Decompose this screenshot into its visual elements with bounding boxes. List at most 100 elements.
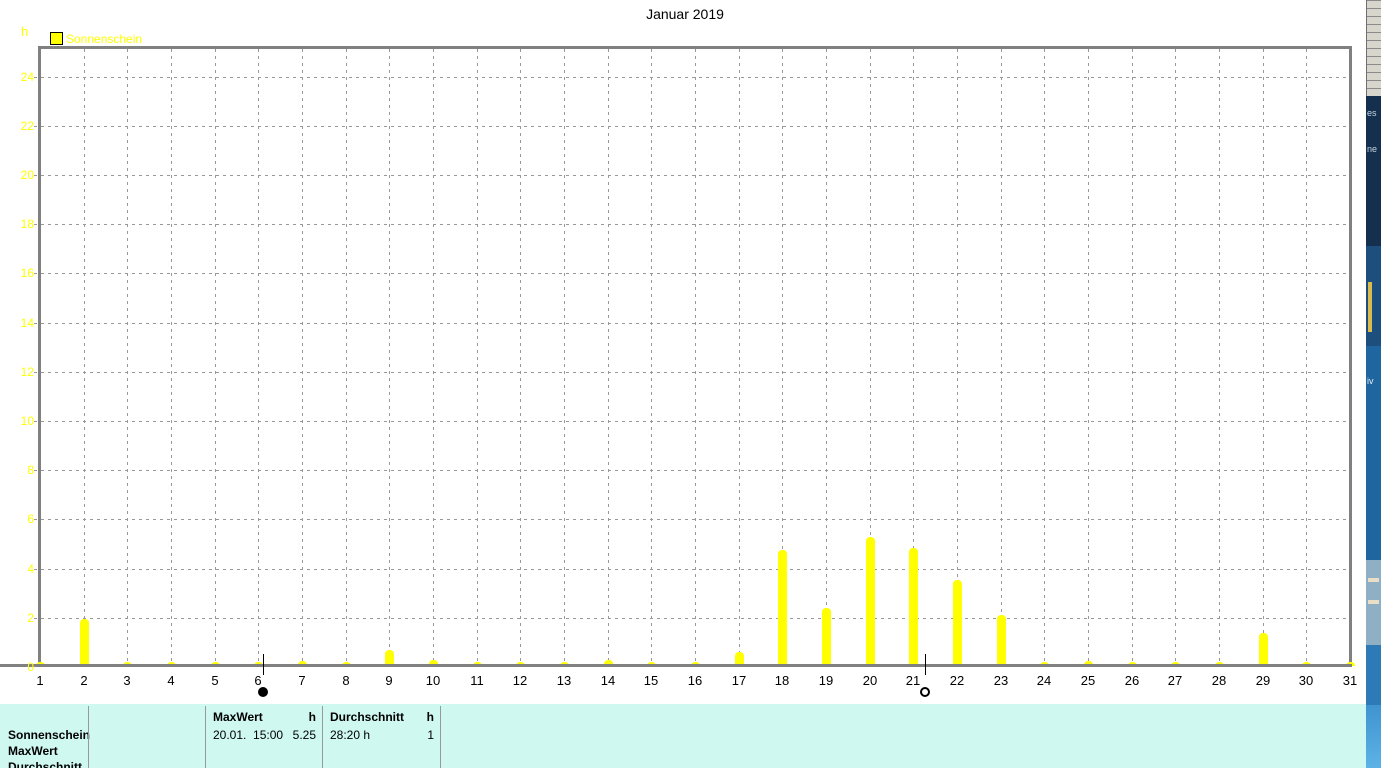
y-gridline bbox=[34, 618, 1349, 619]
x-tick-label: 19 bbox=[818, 673, 834, 688]
x-tick-label: 26 bbox=[1124, 673, 1140, 688]
x-gridline bbox=[389, 49, 390, 664]
y-tick-label: 24 bbox=[20, 70, 34, 84]
new-moon-icon bbox=[258, 687, 268, 697]
x-tick-label: 18 bbox=[774, 673, 790, 688]
background-preview-sliver bbox=[1368, 600, 1379, 604]
sunshine-bar bbox=[953, 580, 962, 666]
moon-phase-tick bbox=[263, 654, 264, 675]
plot-border-right bbox=[1349, 46, 1352, 667]
x-gridline bbox=[1088, 49, 1089, 664]
y-tick-label: 20 bbox=[20, 168, 34, 182]
y-gridline bbox=[34, 569, 1349, 570]
y-axis-unit-label: h bbox=[21, 24, 29, 39]
x-gridline bbox=[651, 49, 652, 664]
x-gridline bbox=[1175, 49, 1176, 664]
y-gridline bbox=[34, 224, 1349, 225]
x-gridline bbox=[215, 49, 216, 664]
sunshine-bar bbox=[909, 548, 918, 666]
x-tick-label: 2 bbox=[80, 673, 88, 688]
x-tick-label: 31 bbox=[1342, 673, 1358, 688]
x-tick-label: 23 bbox=[993, 673, 1009, 688]
x-tick-label: 13 bbox=[556, 673, 572, 688]
x-gridline bbox=[346, 49, 347, 664]
panel-separator bbox=[322, 706, 323, 768]
x-gridline bbox=[1044, 49, 1045, 664]
x-gridline bbox=[258, 49, 259, 664]
x-tick-label: 4 bbox=[167, 673, 175, 688]
y-tick-label: 4 bbox=[27, 562, 34, 576]
panel-separator bbox=[205, 706, 206, 768]
durchschnitt-unit: h bbox=[426, 710, 434, 724]
x-tick-label: 1 bbox=[36, 673, 44, 688]
x-tick-label: 28 bbox=[1211, 673, 1227, 688]
y-gridline bbox=[34, 421, 1349, 422]
legend-color-swatch bbox=[50, 32, 63, 45]
y-gridline bbox=[34, 372, 1349, 373]
background-window-sliver: iv bbox=[1366, 346, 1381, 560]
x-gridline bbox=[1306, 49, 1307, 664]
background-window-sliver: es ne bbox=[1366, 96, 1381, 246]
x-tick-label: 10 bbox=[425, 673, 441, 688]
y-gridline bbox=[34, 323, 1349, 324]
y-axis-line bbox=[38, 46, 41, 667]
maxwert-value: 5.25 bbox=[292, 728, 316, 742]
maxwert-header: MaxWert bbox=[213, 710, 263, 724]
sunshine-bar bbox=[822, 608, 831, 666]
x-gridline bbox=[608, 49, 609, 664]
sunshine-bar bbox=[866, 537, 875, 666]
stats-panel: Sonnenschein MaxWert Durchschnitt MaxWer… bbox=[0, 704, 1367, 768]
y-tick-label: 12 bbox=[20, 365, 34, 379]
y-tick-label: 22 bbox=[20, 119, 34, 133]
background-text-fragment: iv bbox=[1367, 376, 1374, 386]
stats-col-maxwert: MaxWert h 20.01. 15:00 5.25 bbox=[205, 704, 322, 768]
x-gridline bbox=[1263, 49, 1264, 664]
x-gridline bbox=[826, 49, 827, 664]
x-gridline bbox=[433, 49, 434, 664]
background-preview-sliver bbox=[1368, 578, 1379, 582]
x-tick-label: 30 bbox=[1298, 673, 1314, 688]
stats-row-label-durchschnitt: Durchschnitt bbox=[8, 760, 83, 768]
sunshine-bar bbox=[80, 619, 89, 666]
stats-row-label-maxwert: MaxWert bbox=[8, 744, 58, 758]
stats-row-label-sonnenschein: Sonnenschein bbox=[8, 728, 91, 742]
background-text-fragment: es bbox=[1367, 108, 1377, 118]
x-tick-label: 25 bbox=[1080, 673, 1096, 688]
y-tick-label: 16 bbox=[20, 266, 34, 280]
x-tick-label: 3 bbox=[123, 673, 131, 688]
stats-col-durchschnitt: Durchschnitt h 28:20 h 1 bbox=[322, 704, 440, 768]
plot-border-top bbox=[38, 46, 1352, 49]
durchschnitt-total: 28:20 h bbox=[330, 728, 371, 742]
y-tick-label: 10 bbox=[20, 414, 34, 428]
moon-phase-tick bbox=[925, 654, 926, 675]
x-gridline bbox=[695, 49, 696, 664]
x-tick-label: 27 bbox=[1167, 673, 1183, 688]
x-gridline bbox=[1219, 49, 1220, 664]
x-tick-label: 24 bbox=[1036, 673, 1052, 688]
y-gridline bbox=[34, 77, 1349, 78]
background-text-fragment: ne bbox=[1367, 144, 1378, 154]
background-window-sliver bbox=[1366, 246, 1381, 346]
durchschnitt-value: 1 bbox=[427, 728, 434, 742]
x-gridline bbox=[1001, 49, 1002, 664]
y-gridline bbox=[34, 273, 1349, 274]
sunshine-bar bbox=[1259, 633, 1268, 666]
x-tick-label: 6 bbox=[254, 673, 262, 688]
background-window-strip: es ne iv bbox=[1366, 0, 1381, 768]
x-gridline bbox=[84, 49, 85, 664]
maxwert-datetime: 20.01. 15:00 bbox=[213, 728, 284, 742]
x-tick-label: 12 bbox=[512, 673, 528, 688]
background-window-sliver bbox=[1366, 705, 1381, 768]
x-tick-label: 21 bbox=[905, 673, 921, 688]
x-gridline bbox=[127, 49, 128, 664]
y-tick-label: 8 bbox=[27, 463, 34, 477]
x-tick-label: 5 bbox=[211, 673, 219, 688]
x-gridline bbox=[739, 49, 740, 664]
x-tick-label: 11 bbox=[470, 673, 484, 688]
x-tick-label: 20 bbox=[862, 673, 878, 688]
y-tick-label: 2 bbox=[27, 611, 34, 625]
x-gridline bbox=[302, 49, 303, 664]
panel-separator bbox=[88, 706, 89, 768]
x-gridline bbox=[1132, 49, 1133, 664]
y-gridline bbox=[34, 126, 1349, 127]
